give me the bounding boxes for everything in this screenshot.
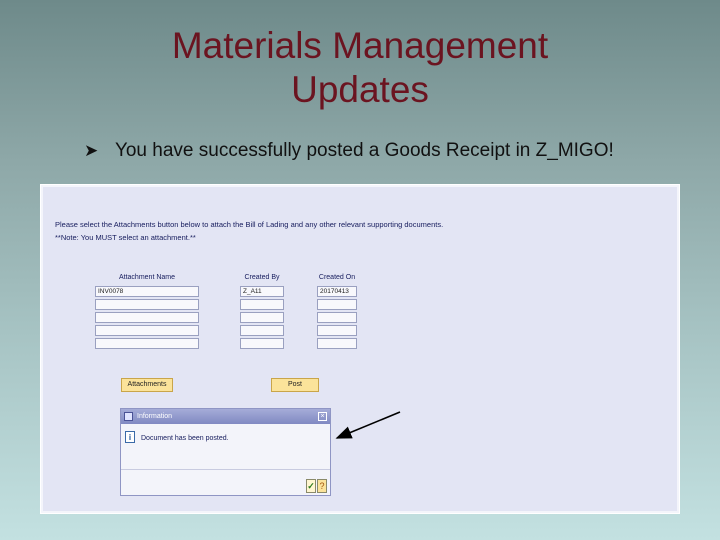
attachment-name-cell[interactable]	[95, 299, 199, 310]
bullet-label: You have successfully posted a Goods Rec…	[114, 140, 614, 161]
dialog-title-bar: Information ×	[121, 409, 330, 424]
created-by-cell[interactable]	[240, 338, 284, 349]
attachment-name-cell[interactable]	[95, 338, 199, 349]
created-by-cell[interactable]	[240, 325, 284, 336]
created-on-cell[interactable]	[317, 325, 357, 336]
arrow-bullet-icon: ➤	[84, 141, 99, 160]
created-on-cell[interactable]	[317, 299, 357, 310]
dialog-message: Document has been posted.	[141, 435, 229, 442]
info-icon: i	[125, 431, 135, 443]
slide-title-line1: Materials Management	[171, 25, 549, 66]
close-icon[interactable]: ×	[318, 412, 327, 421]
attachment-name-cell[interactable]: INV0078	[95, 286, 199, 297]
created-by-cell[interactable]	[240, 299, 284, 310]
dialog-title: Information	[137, 413, 173, 420]
bullet-text: ➤ You have successfully posted a Goods R…	[84, 140, 614, 162]
note-text: **Note: You MUST select an attachment.**	[55, 233, 196, 242]
dialog-divider	[121, 469, 330, 470]
post-button[interactable]: Post	[271, 378, 319, 392]
created-on-cell[interactable]	[317, 312, 357, 323]
created-by-cell[interactable]	[240, 312, 284, 323]
slide-title-line2: Updates	[291, 69, 429, 110]
help-icon[interactable]: ?	[317, 479, 327, 493]
instruction-text: Please select the Attachments button bel…	[55, 220, 444, 229]
attachment-name-cell[interactable]	[95, 325, 199, 336]
sap-screen: Please select the Attachments button bel…	[40, 184, 680, 514]
checkmark-icon[interactable]: ✓	[306, 479, 316, 493]
column-header-created-by: Created By	[244, 274, 280, 281]
attachments-button[interactable]: Attachments	[121, 378, 173, 392]
created-by-cell[interactable]: Z_A11	[240, 286, 284, 297]
information-dialog: Information × i Document has been posted…	[120, 408, 331, 496]
slide-title: Materials Management Updates	[0, 24, 720, 112]
column-header-attachment-name: Attachment Name	[118, 274, 176, 281]
window-icon	[124, 412, 133, 421]
column-header-created-on: Created On	[318, 274, 356, 281]
created-on-cell[interactable]	[317, 338, 357, 349]
created-on-cell[interactable]: 20170413	[317, 286, 357, 297]
attachment-name-cell[interactable]	[95, 312, 199, 323]
